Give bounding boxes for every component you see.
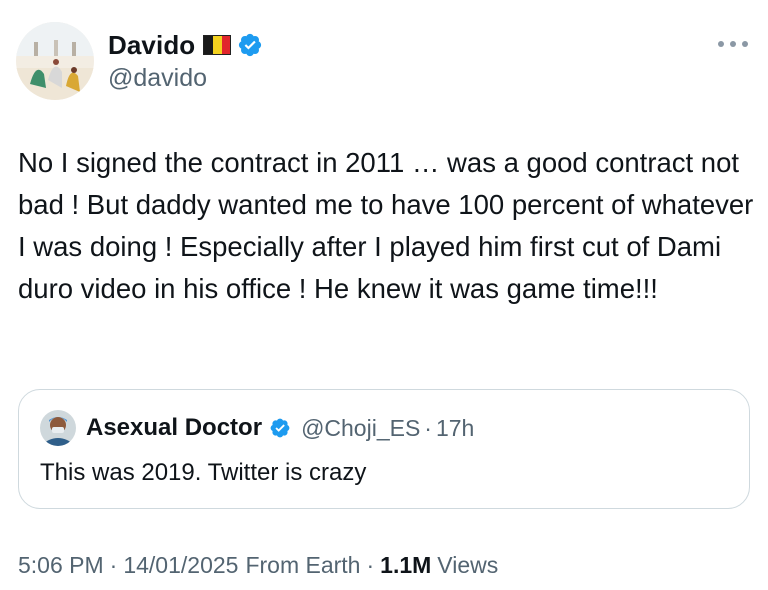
avatar-image	[16, 22, 94, 100]
tweet-text: No I signed the contract in 2011 … was a…	[18, 147, 754, 304]
quoted-timestamp[interactable]: 17h	[436, 415, 474, 442]
verified-badge-icon	[239, 33, 262, 57]
quoted-header: Asexual Doctor @Choji_ES · 17h	[86, 412, 474, 444]
meta-separator: ·	[109, 552, 118, 578]
author-handle[interactable]: @davido	[108, 64, 263, 93]
quoted-tweet[interactable]: Asexual Doctor @Choji_ES · 17h This was …	[18, 389, 750, 509]
tweet-meta: 5:06 PM · 14/01/2025 From Earth · 1.1M V…	[18, 552, 498, 579]
post-source: From Earth	[245, 552, 361, 578]
views-label: Views	[437, 552, 499, 578]
quoted-separator: ·	[424, 414, 432, 441]
more-options-icon[interactable]	[718, 34, 748, 54]
quoted-text: This was 2019. Twitter is crazy	[40, 459, 367, 486]
author-avatar[interactable]	[16, 22, 94, 100]
meta-separator-2: ·	[366, 552, 375, 578]
quoted-author-avatar[interactable]	[40, 410, 76, 446]
quoted-avatar-image	[40, 410, 76, 446]
tweet-card: Davido @davido No I signed the contract …	[0, 0, 768, 590]
author-name-row: Davido	[108, 28, 263, 62]
quoted-display-name[interactable]: Asexual Doctor	[86, 414, 262, 442]
post-date[interactable]: 14/01/2025	[123, 552, 238, 579]
author-block: Davido @davido	[108, 28, 263, 93]
quoted-verified-badge-icon	[270, 418, 290, 438]
belgium-flag-icon	[203, 35, 232, 55]
post-time[interactable]: 5:06 PM	[18, 552, 104, 579]
quoted-handle[interactable]: @Choji_ES	[301, 415, 420, 442]
views-count: 1.1M	[380, 552, 432, 578]
author-display-name[interactable]: Davido	[108, 30, 195, 61]
